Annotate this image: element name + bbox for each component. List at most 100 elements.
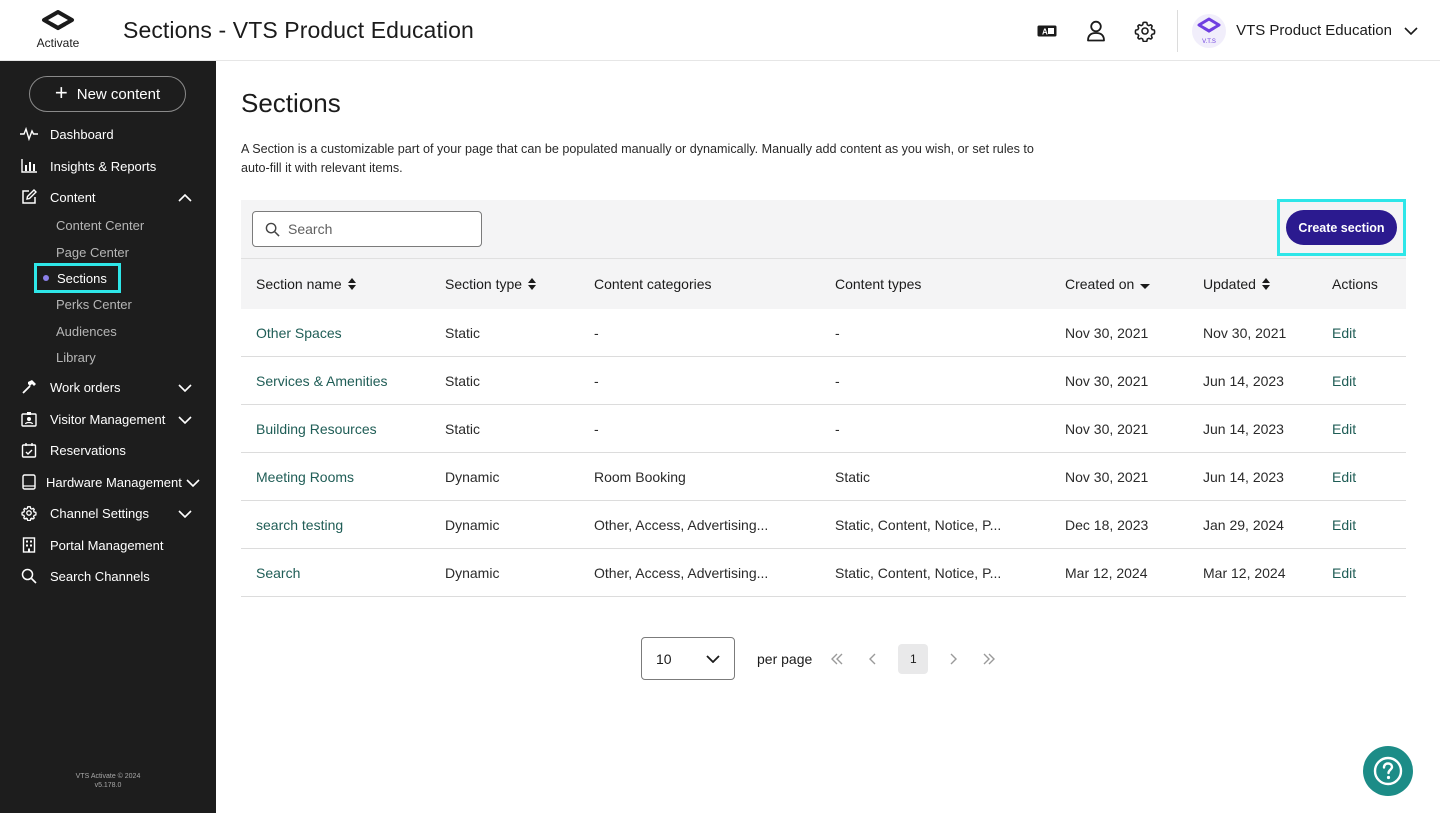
column-header-section-type[interactable]: Section type <box>445 276 537 292</box>
sidebar-item-visitor-management[interactable]: Visitor Management <box>20 407 200 431</box>
sidebar-subitem-sections[interactable]: Sections <box>34 263 121 293</box>
edit-link[interactable]: Edit <box>1332 549 1356 596</box>
copyright-text: VTS Activate © 2024 <box>75 773 141 780</box>
tablet-icon <box>20 473 38 491</box>
section-name-link[interactable]: Other Spaces <box>256 309 342 356</box>
sidebar-subitem-page-center[interactable]: Page Center <box>56 242 129 262</box>
updated-cell: Jan 29, 2024 <box>1203 516 1284 533</box>
section-name-link[interactable]: Meeting Rooms <box>256 453 354 500</box>
column-label: Content types <box>835 276 922 292</box>
section-type-cell: Static <box>445 372 481 389</box>
edit-link[interactable]: Edit <box>1332 453 1356 500</box>
table-row: Search Dynamic Other, Access, Advertisin… <box>241 549 1406 597</box>
gear-icon <box>20 504 38 522</box>
org-menu-toggle[interactable] <box>1404 26 1418 35</box>
sidebar-item-search-channels[interactable]: Search Channels <box>20 564 200 588</box>
search-input[interactable] <box>288 221 468 237</box>
sidebar-subitem-perks-center[interactable]: Perks Center <box>56 294 132 314</box>
activate-logo[interactable]: Activate <box>0 0 116 61</box>
activate-logo-icon <box>42 10 74 31</box>
per-page-value: 10 <box>656 650 672 667</box>
table-row: Other Spaces Static - - Nov 30, 2021 Nov… <box>241 309 1406 357</box>
column-label: Section type <box>445 276 523 292</box>
building-icon <box>20 536 38 554</box>
new-content-button[interactable]: + New content <box>29 76 186 112</box>
search-field[interactable] <box>252 211 482 247</box>
help-button[interactable] <box>1363 746 1413 796</box>
current-page[interactable]: 1 <box>898 643 929 674</box>
chevron-down-icon <box>706 654 720 663</box>
sections-table: Section name Section type Content catego… <box>241 258 1406 597</box>
sidebar-item-portal-management[interactable]: Portal Management <box>20 533 200 557</box>
edit-link[interactable]: Edit <box>1332 309 1356 356</box>
content-types-cell: - <box>835 420 840 437</box>
search-icon <box>20 567 38 585</box>
edit-link[interactable]: Edit <box>1332 501 1356 548</box>
question-icon <box>1373 756 1403 786</box>
logo-text: Activate <box>36 36 80 50</box>
bar-chart-icon <box>20 157 38 175</box>
double-chevron-left-icon <box>831 653 843 664</box>
content-types-cell: - <box>835 324 840 341</box>
section-type-cell: Dynamic <box>445 564 500 581</box>
column-header-actions: Actions <box>1332 276 1378 292</box>
column-header-section-name[interactable]: Section name <box>256 276 356 292</box>
column-label: Section name <box>256 276 342 292</box>
sidebar-item-insights[interactable]: Insights & Reports <box>20 154 200 178</box>
section-name-link[interactable]: Building Resources <box>256 405 377 452</box>
sidebar-item-dashboard[interactable]: Dashboard <box>20 122 200 146</box>
section-type-cell: Dynamic <box>445 468 500 485</box>
sidebar-item-work-orders[interactable]: Work orders <box>20 375 200 399</box>
chevron-down-icon <box>178 506 192 521</box>
last-page-button[interactable] <box>978 648 1000 670</box>
section-name-link[interactable]: Search <box>256 549 300 596</box>
table-row: search testing Dynamic Other, Access, Ad… <box>241 501 1406 549</box>
active-dot-icon <box>43 275 49 281</box>
created-on-cell: Nov 30, 2021 <box>1065 468 1149 485</box>
version-text: v5.178.0 <box>94 782 122 789</box>
sidebar-subitem-content-center[interactable]: Content Center <box>56 215 144 235</box>
create-section-button[interactable]: Create section <box>1286 210 1397 245</box>
edit-link[interactable]: Edit <box>1332 405 1356 452</box>
section-name-link[interactable]: Services & Amenities <box>256 357 388 404</box>
section-name-link[interactable]: search testing <box>256 501 343 548</box>
table-row: Meeting Rooms Dynamic Room Booking Stati… <box>241 453 1406 501</box>
sidebar-item-label: Insights & Reports <box>50 158 157 174</box>
created-on-cell: Mar 12, 2024 <box>1065 564 1148 581</box>
table-row: Services & Amenities Static - - Nov 30, … <box>241 357 1406 405</box>
page-description: A Section is a customizable part of your… <box>241 142 1034 175</box>
sidebar-item-content[interactable]: Content <box>20 185 200 209</box>
column-header-updated[interactable]: Updated <box>1203 276 1270 292</box>
table-body: Other Spaces Static - - Nov 30, 2021 Nov… <box>241 309 1406 597</box>
language-button[interactable]: A <box>1022 0 1071 61</box>
sidebar-item-channel-settings[interactable]: Channel Settings <box>20 501 200 525</box>
sidebar-subitem-audiences[interactable]: Audiences <box>56 321 117 341</box>
org-name[interactable]: VTS Product Education <box>1236 22 1392 39</box>
org-avatar[interactable]: V.T.S <box>1192 13 1227 48</box>
column-label: Updated <box>1203 276 1256 292</box>
settings-button[interactable] <box>1120 0 1169 61</box>
updated-cell: Mar 12, 2024 <box>1203 564 1286 581</box>
sidebar-footer: VTS Activate © 2024 v5.178.0 <box>0 772 216 790</box>
plus-icon: + <box>54 80 68 105</box>
next-page-button[interactable] <box>942 648 964 670</box>
first-page-button[interactable] <box>826 648 848 670</box>
chevron-up-icon <box>178 190 192 205</box>
pagination: 10 per page 1 <box>641 637 1000 680</box>
sidebar-item-hardware-management[interactable]: Hardware Management <box>20 470 200 494</box>
org-logo-icon: V.T.S <box>1197 17 1221 45</box>
column-header-created-on[interactable]: Created on <box>1065 276 1151 292</box>
previous-page-button[interactable] <box>862 648 884 670</box>
sort-icon <box>347 278 356 290</box>
table-header: Section name Section type Content catego… <box>241 258 1406 309</box>
column-header-content-types: Content types <box>835 276 921 292</box>
sidebar-subitem-library[interactable]: Library <box>56 347 96 367</box>
updated-cell: Nov 30, 2021 <box>1203 324 1287 341</box>
svg-text:A: A <box>1042 27 1048 36</box>
edit-link[interactable]: Edit <box>1332 357 1356 404</box>
per-page-select[interactable]: 10 <box>641 637 735 680</box>
profile-button[interactable] <box>1071 0 1120 61</box>
section-type-cell: Static <box>445 420 481 437</box>
sidebar-item-reservations[interactable]: Reservations <box>20 438 200 462</box>
section-type-cell: Dynamic <box>445 516 500 533</box>
